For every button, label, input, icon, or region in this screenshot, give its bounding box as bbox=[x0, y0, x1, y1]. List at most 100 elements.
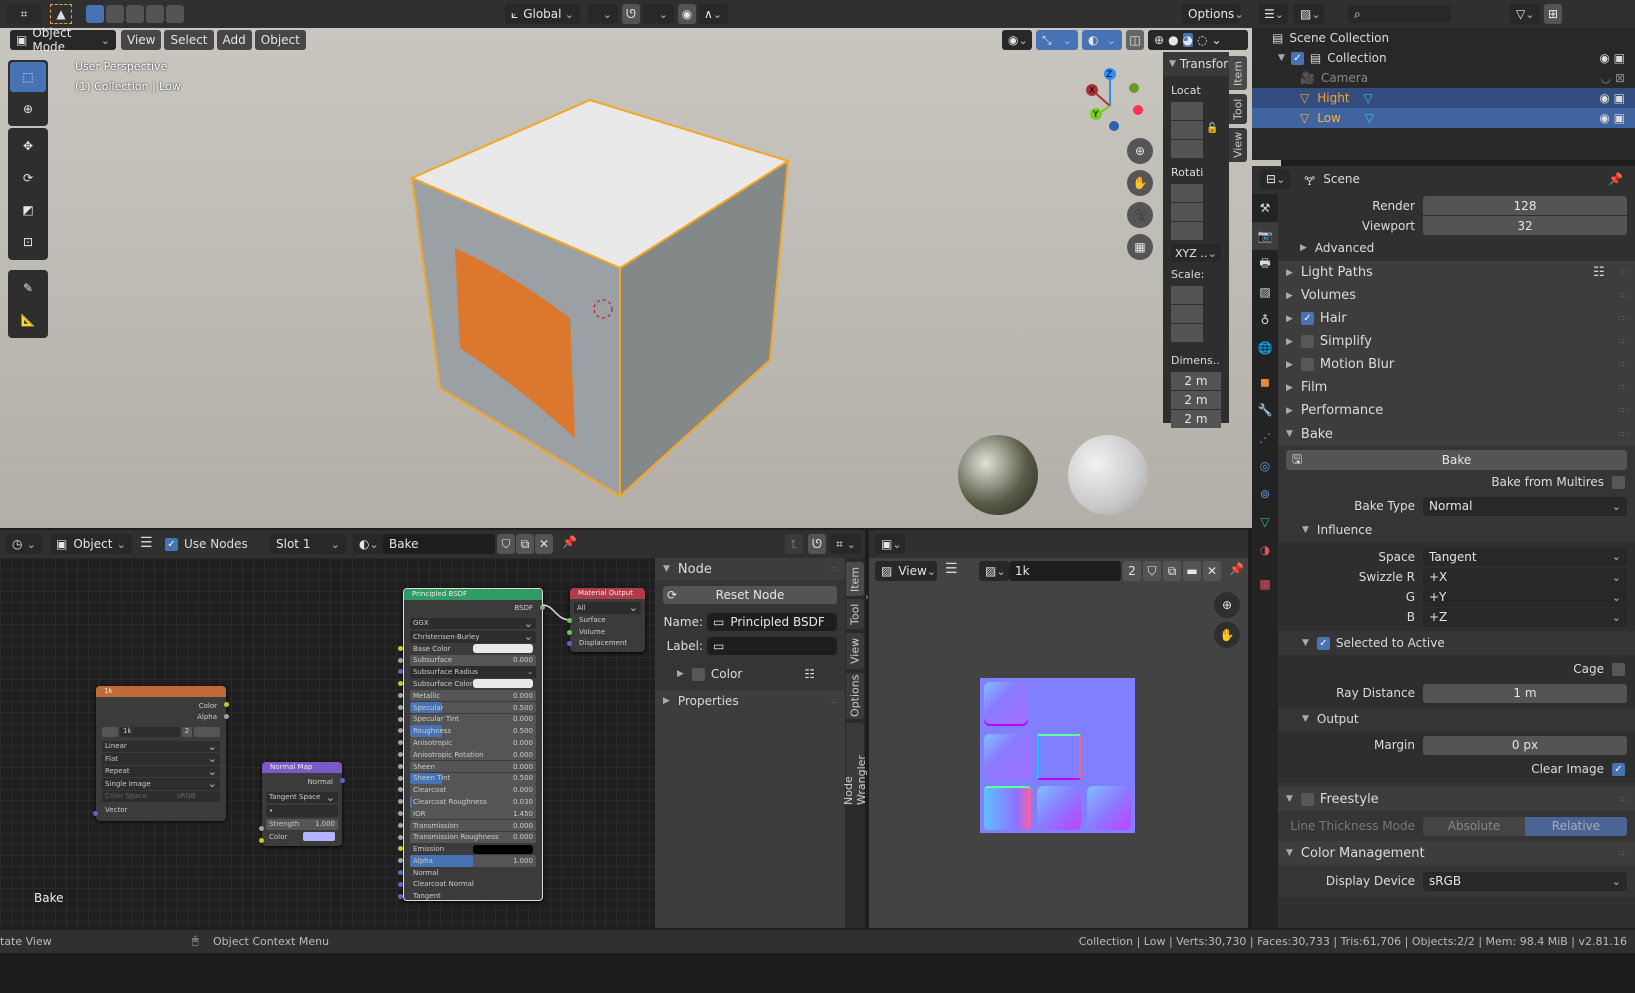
socket-alpha[interactable] bbox=[224, 714, 229, 719]
socket-strength[interactable] bbox=[259, 826, 264, 831]
node-panel-header[interactable]: ▼ Node ∷∷ bbox=[655, 558, 845, 580]
clear-image-checkbox[interactable]: ✓ bbox=[1612, 762, 1625, 776]
color-subpanel[interactable]: ▶ Color ☷ bbox=[655, 662, 845, 686]
input-socket[interactable] bbox=[398, 810, 403, 816]
cage-checkbox[interactable] bbox=[1612, 662, 1625, 676]
drag-handle-icon[interactable]: ∷∷ bbox=[1619, 795, 1628, 804]
input-socket[interactable] bbox=[398, 751, 403, 757]
color-swatch[interactable] bbox=[473, 844, 533, 854]
panel-header-volumes[interactable]: ▶ Volumes ∷∷ bbox=[1278, 284, 1635, 308]
tab-output[interactable]: 🖶 bbox=[1252, 250, 1278, 278]
menu-select[interactable]: Select bbox=[164, 30, 214, 50]
freestyle-checkbox[interactable] bbox=[1300, 792, 1314, 806]
freestyle-panel-header[interactable]: ▼ Freestyle ∷∷ bbox=[1278, 787, 1635, 811]
advanced-subpanel[interactable]: ▶ Advanced bbox=[1278, 235, 1635, 261]
viewport-samples-field[interactable]: 32 bbox=[1423, 216, 1627, 235]
drag-handle-icon[interactable]: ∷∷ bbox=[1619, 849, 1628, 858]
socket-color[interactable] bbox=[224, 702, 229, 707]
bsdf-input-sheen-tint[interactable]: Sheen Tint 0.500 bbox=[398, 772, 536, 785]
select-tool-button[interactable]: ▲ bbox=[50, 4, 72, 24]
normal-map-node[interactable]: Normal Map Normal Tangent Space • Streng… bbox=[259, 762, 345, 846]
drag-handle-icon[interactable]: ∷∷ bbox=[1619, 314, 1628, 323]
drag-handle-icon[interactable]: ∷∷ bbox=[1619, 360, 1628, 369]
tab-tool-settings[interactable]: ⚒ bbox=[1252, 194, 1278, 222]
dimension-y[interactable]: 2 m bbox=[1171, 391, 1221, 409]
panel-header-performance[interactable]: ▶ Performance ∷∷ bbox=[1278, 399, 1635, 423]
scale-y[interactable] bbox=[1171, 305, 1203, 323]
absolute-option[interactable]: Absolute bbox=[1423, 816, 1525, 836]
tool-move[interactable]: ✥ bbox=[10, 130, 46, 162]
tab-constraints[interactable]: ⊚ bbox=[1252, 480, 1278, 508]
editor-type-select[interactable]: ▣ bbox=[875, 534, 905, 554]
input-socket[interactable] bbox=[398, 692, 403, 698]
space-select[interactable]: Tangent Space bbox=[266, 791, 338, 803]
tab-object[interactable]: ◼ bbox=[1252, 368, 1278, 396]
subsurface-method-select[interactable]: Christensen-Burley bbox=[410, 631, 536, 643]
panel-enable-checkbox[interactable] bbox=[1300, 358, 1314, 371]
ortho-toggle-button[interactable]: ▦ bbox=[1127, 234, 1153, 260]
bsdf-input-specular[interactable]: Specular 0.500 bbox=[398, 701, 536, 714]
image-name-field[interactable]: 1k bbox=[1009, 561, 1121, 581]
selected-to-active-subpanel[interactable]: ▼ ✓ Selected to Active bbox=[1278, 631, 1635, 655]
extension-select[interactable]: Repeat bbox=[102, 765, 220, 777]
input-socket[interactable] bbox=[398, 775, 403, 781]
bake-from-multires-checkbox[interactable] bbox=[1612, 475, 1625, 489]
falloff-select[interactable]: ∧ bbox=[698, 4, 728, 24]
location-y[interactable] bbox=[1171, 121, 1203, 139]
source-select[interactable]: Single Image bbox=[102, 778, 220, 790]
rendered-shading-icon[interactable]: ◌ bbox=[1197, 33, 1207, 47]
drag-handle-icon[interactable]: ∷∷ bbox=[1619, 291, 1628, 300]
socket-volume[interactable] bbox=[567, 630, 572, 635]
input-socket[interactable] bbox=[398, 799, 403, 805]
bsdf-input-anisotropic-rotation[interactable]: Anisotropic Rotation 0.000 bbox=[398, 748, 536, 761]
filter-popover[interactable]: ▽ bbox=[1510, 4, 1540, 24]
pin-icon[interactable]: 📌 bbox=[1608, 172, 1623, 186]
scene-collection-row[interactable]: ▤ Scene Collection bbox=[1252, 28, 1635, 48]
display-device-select[interactable]: sRGB bbox=[1423, 871, 1627, 891]
input-socket[interactable] bbox=[398, 787, 403, 793]
new-image-button[interactable]: ⧉ bbox=[1163, 561, 1181, 581]
snap-target-select[interactable] bbox=[642, 4, 674, 24]
bsdf-input-sheen[interactable]: Sheen 0.000 bbox=[398, 760, 536, 773]
pan-view-button[interactable]: ✋ bbox=[1214, 622, 1240, 648]
hamburger-menu-icon[interactable]: ☰ bbox=[140, 535, 153, 551]
image-name-field[interactable]: 1k bbox=[120, 726, 180, 737]
fake-user-button[interactable]: ⛉ bbox=[497, 534, 515, 554]
bsdf-input-tangent[interactable]: Tangent bbox=[398, 891, 536, 903]
gizmo-toggle[interactable]: ⤡ bbox=[1036, 30, 1078, 50]
tool-cursor[interactable]: ⊕ bbox=[10, 94, 46, 124]
drag-handle-icon[interactable]: ∷∷ bbox=[829, 565, 838, 574]
slot-select[interactable]: Slot 1 bbox=[270, 534, 346, 554]
exclude-checkbox[interactable]: ✓ bbox=[1290, 51, 1304, 65]
bsdf-input-subsurface-color[interactable]: Subsurface Color bbox=[398, 678, 536, 690]
tab-view[interactable]: View bbox=[1229, 128, 1247, 162]
select-new-button[interactable] bbox=[86, 5, 104, 23]
node-canvas[interactable]: 1k Color Alpha 1k2 Linear Flat Repeat Si… bbox=[0, 558, 655, 928]
bsdf-input-base-color[interactable]: Base Color bbox=[398, 643, 536, 655]
parent-node-tree-button[interactable]: ⮤ bbox=[785, 534, 803, 554]
shader-type-select[interactable]: ▣ Object bbox=[50, 534, 132, 554]
render-samples-field[interactable]: 128 bbox=[1423, 196, 1627, 215]
bake-panel-header[interactable]: ▼ Bake ∷∷ bbox=[1278, 422, 1635, 446]
drag-handle-icon[interactable]: ∷∷ bbox=[829, 697, 838, 706]
target-select[interactable]: All bbox=[574, 602, 641, 614]
properties-subpanel[interactable]: ▶ Properties ∷∷ bbox=[655, 690, 845, 712]
tool-select-box[interactable]: ⬚ bbox=[10, 62, 46, 92]
input-socket[interactable] bbox=[398, 669, 403, 675]
pan-view-button[interactable]: ✋ bbox=[1127, 170, 1153, 196]
interpolation-select[interactable]: Linear bbox=[102, 740, 220, 752]
sidebar-toggle-arrow[interactable]: › bbox=[865, 592, 869, 603]
socket-normal-out[interactable] bbox=[340, 778, 345, 783]
input-socket[interactable] bbox=[398, 728, 403, 734]
input-socket[interactable] bbox=[398, 657, 403, 663]
open-image-button[interactable]: ▬ bbox=[1183, 561, 1201, 581]
bsdf-input-normal[interactable]: Normal bbox=[398, 867, 536, 879]
socket-displacement[interactable] bbox=[567, 641, 572, 646]
expand-icon[interactable]: ▼ bbox=[1278, 53, 1285, 63]
color-swatch[interactable] bbox=[473, 644, 533, 654]
bsdf-input-transmission[interactable]: Transmission 0.000 bbox=[398, 819, 536, 832]
menu-add[interactable]: Add bbox=[216, 30, 252, 50]
output-subpanel[interactable]: ▼ Output bbox=[1278, 707, 1635, 731]
bsdf-input-metallic[interactable]: Metallic 0.000 bbox=[398, 689, 536, 702]
pivot-point-select[interactable] bbox=[588, 4, 618, 24]
